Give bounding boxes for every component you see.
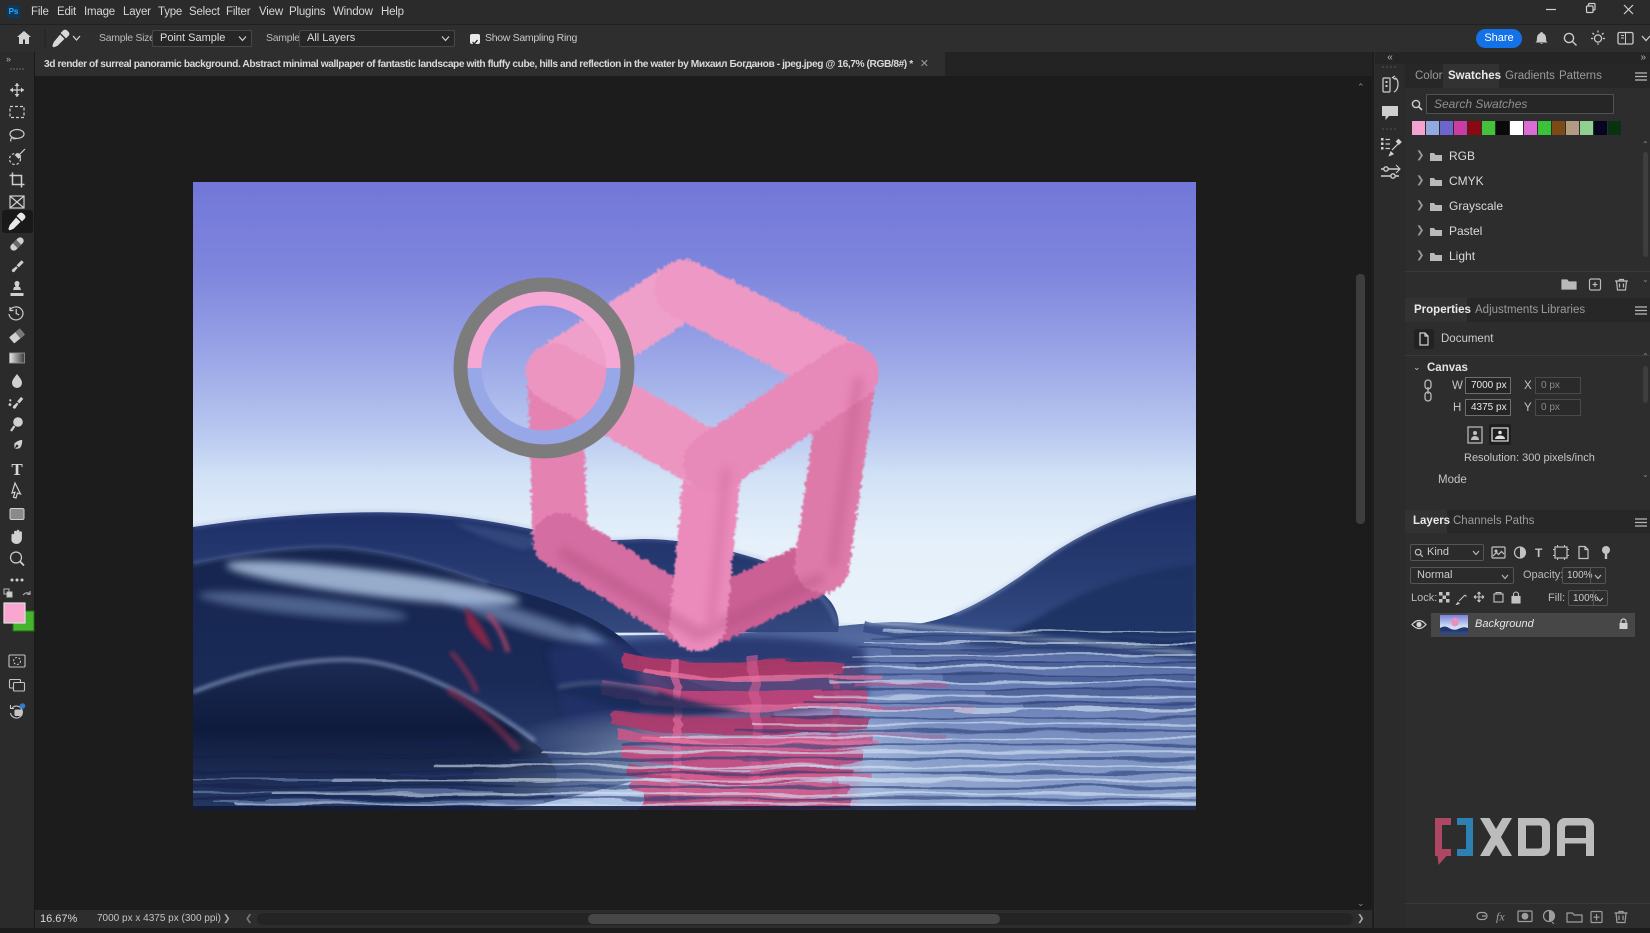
svg-text:»: » — [6, 54, 11, 64]
svg-text:T: T — [11, 460, 23, 479]
svg-text:fx: fx — [1496, 910, 1505, 924]
svg-text:T: T — [1535, 546, 1543, 560]
